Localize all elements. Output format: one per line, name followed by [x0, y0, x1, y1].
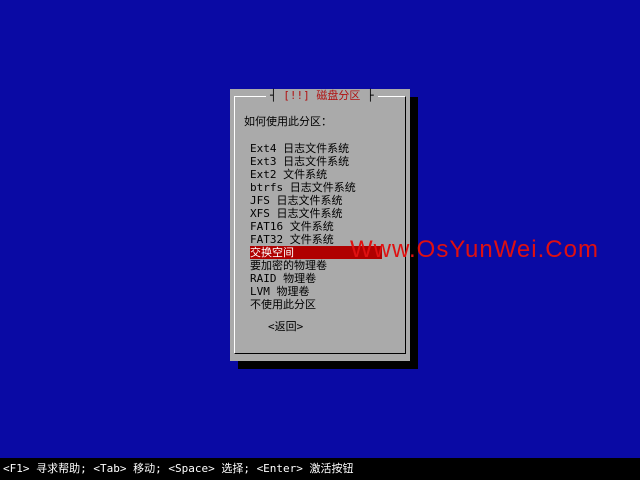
usage-prompt: 如何使用此分区：: [244, 115, 332, 128]
title-left-bar: ┤: [270, 89, 284, 102]
option-btrfs[interactable]: btrfs 日志文件系统: [250, 181, 382, 194]
installer-screen: ┤ [!!] 磁盘分区 ├ 如何使用此分区： Ext4 日志文件系统 Ext3 …: [0, 0, 640, 480]
option-raid[interactable]: RAID 物理卷: [250, 272, 382, 285]
option-ext3[interactable]: Ext3 日志文件系统: [250, 155, 382, 168]
title-prefix: [!!]: [283, 89, 310, 102]
status-bar: <F1> 寻求帮助; <Tab> 移动; <Space> 选择; <Enter>…: [0, 458, 640, 480]
option-xfs[interactable]: XFS 日志文件系统: [250, 207, 382, 220]
partition-dialog: ┤ [!!] 磁盘分区 ├ 如何使用此分区： Ext4 日志文件系统 Ext3 …: [230, 89, 410, 361]
option-do-not-use[interactable]: 不使用此分区: [250, 298, 382, 311]
option-fat16[interactable]: FAT16 文件系统: [250, 220, 382, 233]
site-watermark: Www.OsYunWei.Com: [350, 236, 599, 263]
option-jfs[interactable]: JFS 日志文件系统: [250, 194, 382, 207]
option-ext2[interactable]: Ext2 文件系统: [250, 168, 382, 181]
back-button[interactable]: <返回>: [268, 320, 303, 333]
option-ext4[interactable]: Ext4 日志文件系统: [250, 142, 382, 155]
option-lvm[interactable]: LVM 物理卷: [250, 285, 382, 298]
usage-options-list: Ext4 日志文件系统 Ext3 日志文件系统 Ext2 文件系统 btrfs …: [250, 142, 382, 311]
title-text: 磁盘分区: [316, 89, 361, 102]
title-right-bar: ├: [360, 89, 374, 102]
dialog-title: ┤ [!!] 磁盘分区 ├: [266, 89, 378, 103]
